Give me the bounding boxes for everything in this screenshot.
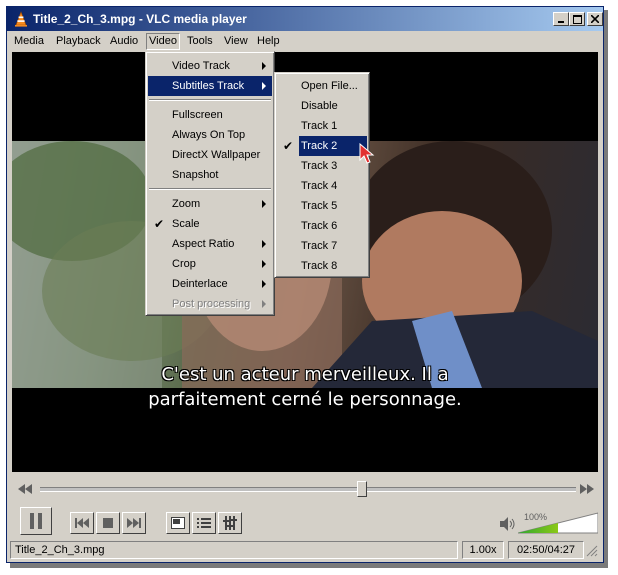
menu-view[interactable]: View: [222, 34, 250, 49]
video-menu-item-zoom[interactable]: Zoom: [148, 194, 272, 214]
fullscreen-button[interactable]: [166, 512, 190, 534]
submenu-arrow-icon: [262, 240, 266, 248]
close-button[interactable]: [587, 12, 603, 26]
submenu-arrow-icon: [262, 280, 266, 288]
video-menu-item-crop[interactable]: Crop: [148, 254, 272, 274]
video-menu-item-video-track[interactable]: Video Track: [148, 56, 272, 76]
subtitles-item-track-4[interactable]: Track 4: [277, 176, 367, 196]
seek-slider-thumb[interactable]: [356, 481, 367, 497]
mouse-cursor-icon: [359, 143, 375, 164]
submenu-arrow-icon: [262, 82, 266, 90]
fullscreen-icon: [171, 517, 185, 529]
status-speed[interactable]: 1.00x: [462, 541, 504, 559]
maximize-icon: [572, 14, 582, 24]
video-menu: Video Track Subtitles Track Fullscreen A…: [145, 51, 275, 316]
stop-icon: [103, 518, 113, 528]
submenu-arrow-icon: [262, 200, 266, 208]
video-menu-item-deinterlace[interactable]: Deinterlace: [148, 274, 272, 294]
subtitles-item-track-2[interactable]: ✔ Track 2: [277, 136, 367, 156]
previous-button[interactable]: [70, 512, 94, 534]
menu-item-label: Track 2: [299, 136, 367, 156]
video-menu-item-directx-wallpaper[interactable]: DirectX Wallpaper: [148, 145, 272, 165]
menu-item-label: Post processing: [172, 298, 251, 310]
menu-item-label: Scale: [172, 218, 200, 230]
video-menu-item-subtitles-track[interactable]: Subtitles Track: [148, 76, 272, 96]
subtitle-line-1: C'est un acteur merveilleux. Il a: [161, 364, 449, 385]
video-menu-item-post-processing: Post processing: [148, 294, 272, 314]
pause-button[interactable]: [20, 507, 52, 535]
playlist-button[interactable]: [192, 512, 216, 534]
video-menu-item-aspect-ratio[interactable]: Aspect Ratio: [148, 234, 272, 254]
subtitles-item-track-8[interactable]: Track 8: [277, 256, 367, 276]
close-icon: [591, 15, 599, 23]
stop-button[interactable]: [96, 512, 120, 534]
minimize-button[interactable]: [553, 12, 569, 26]
menu-separator: [149, 188, 271, 190]
next-button[interactable]: [122, 512, 146, 534]
extended-settings-button[interactable]: [218, 512, 242, 534]
menu-playback[interactable]: Playback: [54, 34, 103, 49]
submenu-arrow-icon: [262, 62, 266, 70]
submenu-arrow-icon: [262, 260, 266, 268]
menu-item-label: Deinterlace: [172, 278, 228, 290]
subtitles-item-track-1[interactable]: Track 1: [277, 116, 367, 136]
checkmark-icon: ✔: [154, 217, 165, 231]
vlc-window: Title_2_Ch_3.mpg - VLC media player Medi…: [6, 6, 604, 563]
menu-media[interactable]: Media: [12, 34, 46, 49]
video-menu-item-scale[interactable]: ✔ Scale: [148, 214, 272, 234]
menu-tools[interactable]: Tools: [185, 34, 215, 49]
menu-separator: [149, 99, 271, 101]
submenu-arrow-icon: [262, 300, 266, 308]
minimize-icon: [558, 21, 564, 23]
video-menu-item-snapshot[interactable]: Snapshot: [148, 165, 272, 185]
rewind-icon[interactable]: [18, 484, 32, 494]
checkmark-icon: ✔: [283, 139, 294, 153]
subtitles-item-track-3[interactable]: Track 3: [277, 156, 367, 176]
playlist-icon: [197, 518, 211, 528]
subtitles-item-disable[interactable]: Disable: [277, 96, 367, 116]
control-bar: 100%: [12, 502, 598, 538]
pause-icon: [30, 513, 42, 529]
menu-audio[interactable]: Audio: [108, 34, 140, 49]
resize-grip-icon[interactable]: [586, 545, 598, 557]
menu-video[interactable]: Video: [146, 33, 180, 50]
menu-item-label: Subtitles Track: [172, 80, 245, 92]
menu-item-label: Video Track: [172, 60, 230, 72]
fast-forward-icon[interactable]: [580, 484, 594, 494]
vlc-cone-icon: [15, 11, 27, 27]
previous-icon: [75, 518, 89, 528]
seek-row: [12, 478, 598, 500]
subtitles-item-open-file[interactable]: Open File...: [277, 76, 367, 96]
subtitles-submenu: Open File... Disable Track 1 ✔ Track 2 T…: [274, 72, 370, 278]
subtitles-item-track-7[interactable]: Track 7: [277, 236, 367, 256]
menu-item-label: Aspect Ratio: [172, 238, 235, 250]
status-bar: Title_2_Ch_3.mpg 1.00x 02:50/04:27: [10, 541, 600, 559]
title-bar[interactable]: Title_2_Ch_3.mpg - VLC media player: [7, 7, 603, 31]
speaker-icon[interactable]: [500, 517, 516, 531]
next-icon: [127, 518, 141, 528]
subtitles-item-track-5[interactable]: Track 5: [277, 196, 367, 216]
subtitles-item-track-6[interactable]: Track 6: [277, 216, 367, 236]
menu-help[interactable]: Help: [255, 34, 282, 49]
seek-track[interactable]: [40, 487, 576, 492]
maximize-button[interactable]: [569, 12, 585, 26]
menu-item-label: Zoom: [172, 198, 201, 210]
window-title: Title_2_Ch_3.mpg - VLC media player: [33, 12, 247, 26]
video-menu-item-fullscreen[interactable]: Fullscreen: [148, 105, 272, 125]
volume-slider[interactable]: [518, 512, 598, 534]
status-time[interactable]: 02:50/04:27: [508, 541, 584, 559]
video-menu-item-always-on-top[interactable]: Always On Top: [148, 125, 272, 145]
menu-item-label: Crop: [172, 258, 196, 270]
status-filename: Title_2_Ch_3.mpg: [10, 541, 458, 559]
menu-bar: Media Playback Audio Video Tools View He…: [7, 31, 603, 51]
subtitle-line-2: parfaitement cerné le personnage.: [148, 389, 462, 410]
extended-settings-icon: [223, 516, 237, 530]
